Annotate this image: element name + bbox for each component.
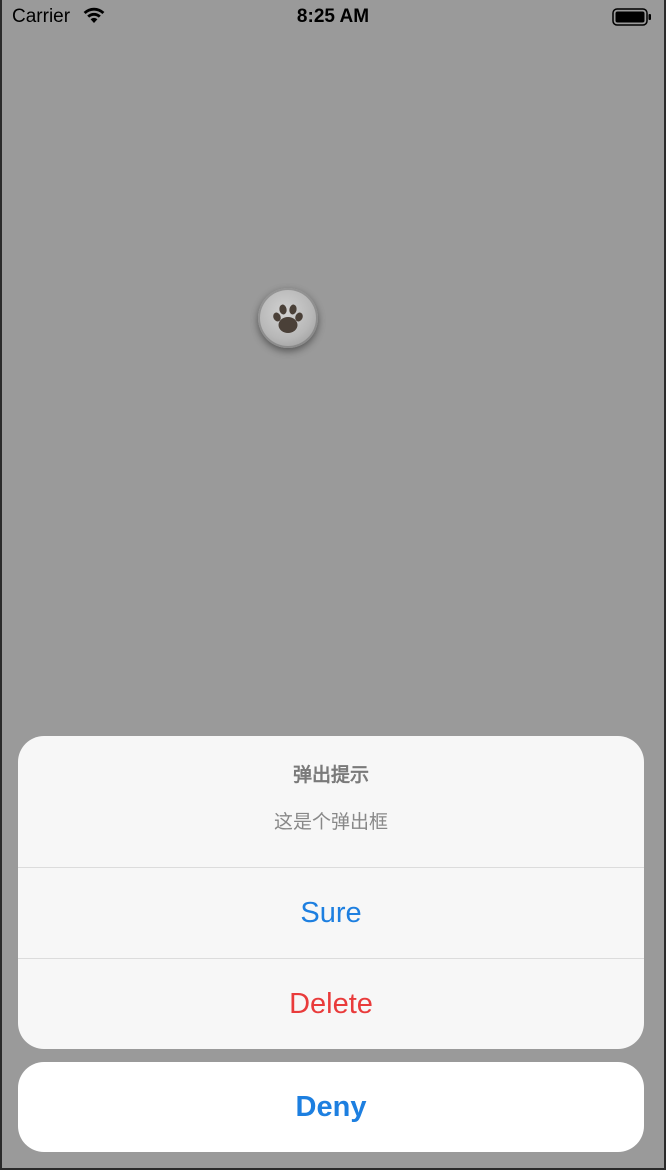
status-time: 8:25 AM [296,6,370,27]
battery-icon [612,8,652,26]
action-sheet-header: 弹出提示 这是个弹出框 [18,736,644,868]
action-sheet: 弹出提示 这是个弹出框 Sure Delete [18,736,644,1049]
sure-button[interactable]: Sure [18,868,644,959]
paw-floating-button[interactable] [258,288,318,348]
screen: Carrier 8:25 AM 弹出提示 这是个弹出框 Sure Delete … [2,0,664,1168]
deny-button[interactable]: Deny [18,1062,644,1152]
action-sheet-message: 这是个弹出框 [273,811,388,833]
delete-button[interactable]: Delete [18,959,644,1049]
action-sheet-title: 弹出提示 [292,764,369,786]
status-bar: Carrier 8:25 AM [2,0,664,34]
